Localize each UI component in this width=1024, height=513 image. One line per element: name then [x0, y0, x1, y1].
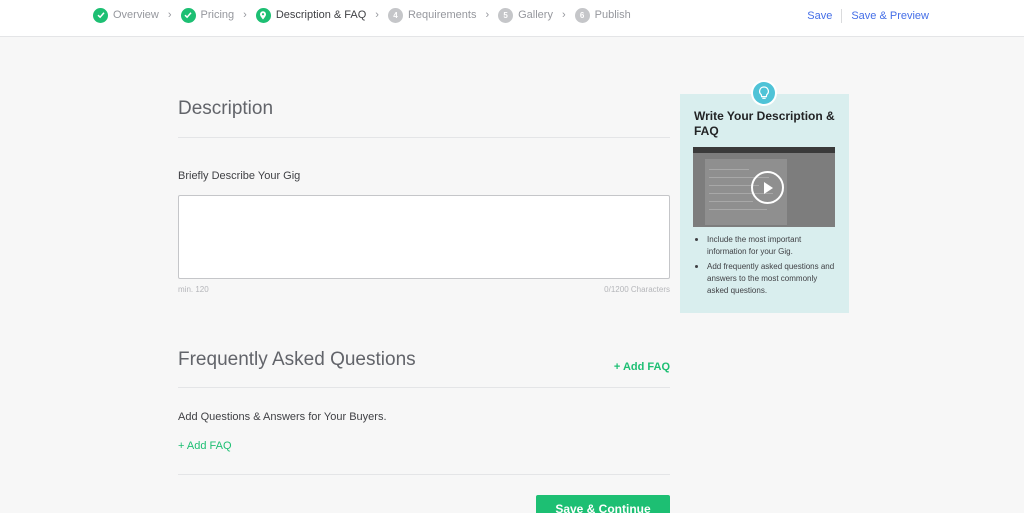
- play-icon[interactable]: [751, 171, 784, 204]
- description-title: Description: [178, 98, 274, 119]
- chevron-right-icon: ›: [485, 9, 490, 21]
- step-requirements[interactable]: 4 Requirements: [387, 7, 477, 23]
- faq-title: Frequently Asked Questions: [178, 349, 416, 370]
- save-link[interactable]: Save: [807, 10, 832, 22]
- character-counter: 0/1200 Characters: [604, 285, 670, 294]
- divider: [178, 387, 670, 388]
- tip-list: Include the most important information f…: [694, 234, 836, 300]
- video-thumbnail-bar: [693, 147, 835, 153]
- step-label: Pricing: [200, 9, 235, 21]
- step-description-faq[interactable]: Description & FAQ: [255, 7, 367, 23]
- progress-steps: Overview › Pricing › Description & FAQ ›…: [93, 7, 631, 23]
- save-continue-button[interactable]: Save & Continue: [536, 495, 670, 513]
- add-faq-header-button[interactable]: + Add FAQ: [614, 361, 670, 373]
- map-pin-icon: [255, 7, 271, 23]
- description-field-label: Briefly Describe Your Gig: [178, 170, 301, 182]
- video-thumbnail-line: [709, 169, 749, 170]
- chevron-right-icon: ›: [375, 9, 379, 21]
- lightbulb-icon: [751, 80, 777, 106]
- step-publish[interactable]: 6 Publish: [574, 7, 631, 23]
- step-number: 4: [387, 7, 403, 23]
- chevron-right-icon: ›: [243, 9, 247, 21]
- step-label: Overview: [113, 9, 159, 21]
- check-icon: [180, 7, 196, 23]
- step-label: Publish: [594, 9, 631, 21]
- divider: [841, 9, 843, 23]
- step-label: Requirements: [407, 9, 477, 21]
- step-overview[interactable]: Overview: [93, 7, 159, 23]
- step-pricing[interactable]: Pricing: [180, 7, 235, 23]
- step-label: Description & FAQ: [275, 9, 367, 21]
- check-icon: [93, 7, 108, 23]
- top-progress-bar: Overview › Pricing › Description & FAQ ›…: [0, 0, 1024, 37]
- step-label: Gallery: [518, 9, 553, 21]
- min-characters-hint: min. 120: [178, 285, 209, 294]
- divider: [178, 474, 670, 475]
- video-thumbnail-line: [709, 209, 767, 210]
- faq-subtitle: Add Questions & Answers for Your Buyers.: [178, 411, 387, 423]
- tip-bullet: Include the most important information f…: [694, 234, 836, 258]
- divider: [178, 137, 670, 138]
- tip-title: Write Your Description & FAQ: [694, 109, 835, 138]
- chevron-right-icon: ›: [561, 9, 566, 21]
- step-number: 5: [498, 7, 514, 23]
- step-number: 6: [574, 7, 590, 23]
- step-gallery[interactable]: 5 Gallery: [498, 7, 553, 23]
- save-preview-link[interactable]: Save & Preview: [851, 10, 929, 22]
- description-textarea[interactable]: [178, 195, 670, 279]
- chevron-right-icon: ›: [167, 9, 172, 21]
- add-faq-inline-button[interactable]: + Add FAQ: [178, 440, 232, 452]
- tip-bullet: Add frequently asked questions and answe…: [694, 261, 836, 297]
- top-actions: Save Save & Preview: [807, 9, 929, 23]
- video-thumbnail-line: [709, 201, 753, 202]
